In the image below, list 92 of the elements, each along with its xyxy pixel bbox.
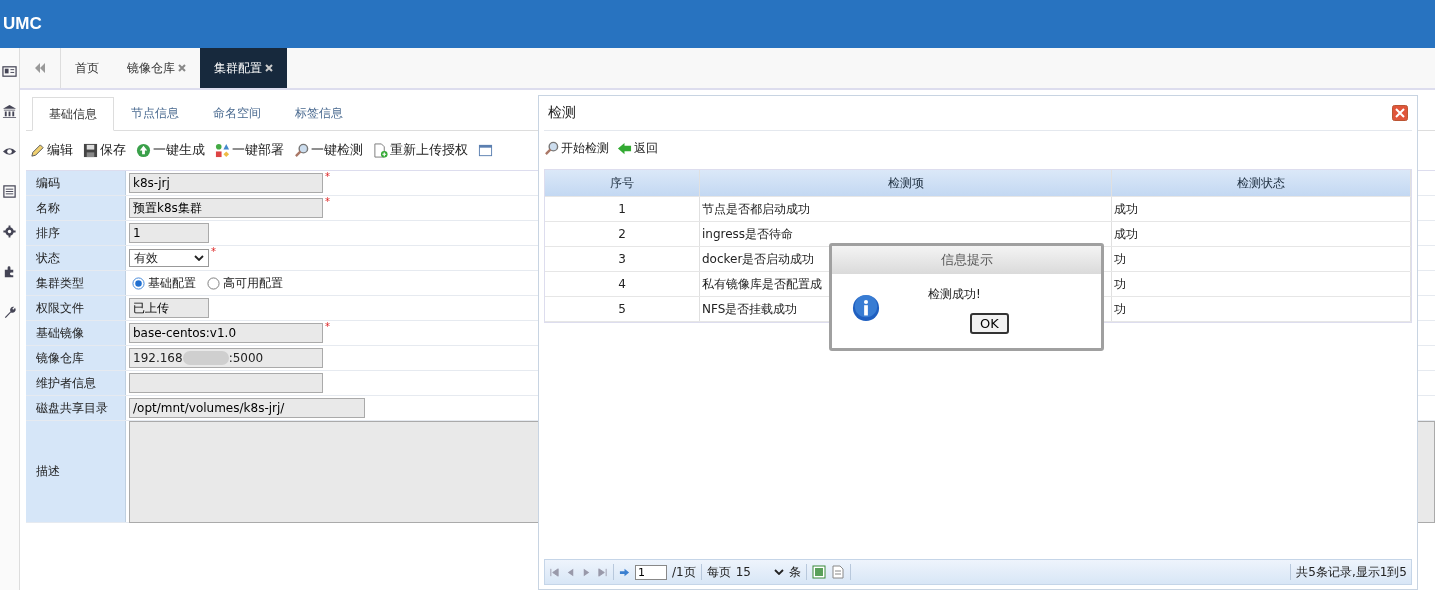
column-header[interactable]: 序号 [545,170,700,196]
table-cell: 功 [1112,272,1411,296]
section-tab[interactable]: 命名空间 [196,96,278,130]
field-label: 排序 [26,221,126,245]
search-icon [294,142,309,158]
ok-button[interactable]: OK [970,313,1009,334]
window-icon[interactable] [478,142,493,158]
radio-option[interactable]: 高可用配置 [207,274,283,292]
chevron-down-icon [773,569,784,575]
wrench-icon[interactable] [2,304,17,319]
section-tab[interactable]: 基础信息 [32,97,114,131]
app-title: UMC [2,14,42,34]
table-cell: 3 [545,247,700,271]
next-page-icon[interactable] [581,566,592,578]
spreadsheet-icon[interactable] [811,565,826,579]
section-tab[interactable]: 节点信息 [114,96,196,130]
search-icon [544,140,559,156]
table-cell: 功 [1112,247,1411,271]
status-dropdown[interactable]: 有效 [129,249,209,267]
settings-icon[interactable] [2,224,17,239]
page-tab[interactable]: 镜像仓库 [113,48,200,88]
toolbar-button[interactable]: 一键检测 [294,141,363,159]
required-mark: * [211,246,216,257]
table-cell: 4 [545,272,700,296]
list-icon[interactable] [2,184,17,199]
page-tab[interactable]: 集群配置 [200,48,287,88]
field-label: 名称 [26,196,126,220]
toolbar-button[interactable]: 保存 [83,141,126,159]
last-page-icon[interactable] [597,566,608,578]
table-cell: 1 [545,197,700,221]
page-size-label: 每页 [706,563,731,581]
required-mark: * [325,321,330,332]
double-left-arrow-icon [34,63,46,73]
table-cell: 节点是否都启动成功 [700,197,1112,221]
required-mark: * [325,196,330,207]
document-add-icon [373,142,388,158]
dialog-title: 检测 [548,104,576,122]
text-field[interactable]: 已上传 [129,298,209,318]
toolbar-button[interactable]: 一键生成 [136,141,205,159]
column-header[interactable]: 检测项 [700,170,1112,196]
text-field[interactable]: 192.168 :5000 [129,348,323,368]
bank-icon[interactable] [2,104,17,119]
toolbar-button[interactable]: 编辑 [30,141,73,159]
shapes-icon [215,142,230,158]
field-label: 状态 [26,246,126,270]
page-size-dropdown[interactable]: 15 [735,565,784,579]
page-tab[interactable]: 首页 [61,48,113,88]
back-arrow-icon [617,140,632,156]
toolbar-button[interactable]: 返回 [617,139,658,157]
toolbar-button[interactable]: 一键部署 [215,141,284,159]
field-label: 权限文件 [26,296,126,320]
text-field[interactable]: /opt/mnt/volumes/k8s-jrj/ [129,398,365,418]
column-header[interactable]: 检测状态 [1112,170,1411,196]
table-cell: 2 [545,222,700,246]
first-page-icon[interactable] [549,566,560,578]
text-field[interactable]: base-centos:v1.0 [129,323,323,343]
field-label: 镜像仓库 [26,346,126,370]
toolbar-button[interactable]: 开始检测 [544,139,609,157]
id-card-icon[interactable] [2,64,17,79]
table-cell: 功 [1112,297,1411,321]
field-value: :5000 [228,351,264,365]
text-field[interactable]: 1 [129,223,209,243]
text-field[interactable] [129,373,323,393]
record-summary: 共5条记录,显示1到5 [1296,563,1407,581]
message-title: 信息提示 [832,246,1101,274]
info-icon [852,294,880,322]
table-cell: 5 [545,297,700,321]
chevron-down-icon [194,255,204,261]
previous-page-icon[interactable] [565,566,576,578]
required-mark: * [325,171,330,182]
field-label: 维护者信息 [26,371,126,395]
floppy-icon [83,142,98,158]
page-count: /1页 [672,563,696,581]
field-label: 集群类型 [26,271,126,295]
page-number-field[interactable]: 1 [635,564,667,580]
redaction-mark [182,351,229,365]
document-icon[interactable] [830,565,845,579]
table-cell: 成功 [1112,222,1411,246]
table-cell: 成功 [1112,197,1411,221]
pencil-icon [30,142,45,158]
toolbar-button[interactable]: 重新上传授权 [373,141,468,159]
radio-option[interactable]: 基础配置 [132,274,196,292]
field-label: 编码 [26,171,126,195]
field-label: 磁盘共享目录 [26,396,126,420]
field-label: 描述 [26,421,126,522]
page-size-unit: 条 [788,563,801,581]
close-icon[interactable] [1392,105,1408,121]
text-field[interactable]: k8s-jrj [129,173,323,193]
text-field[interactable]: 预置k8s集群 [129,198,323,218]
section-tab[interactable]: 标签信息 [278,96,360,130]
field-value: 192.168 [133,351,183,365]
field-label: 基础镜像 [26,321,126,345]
